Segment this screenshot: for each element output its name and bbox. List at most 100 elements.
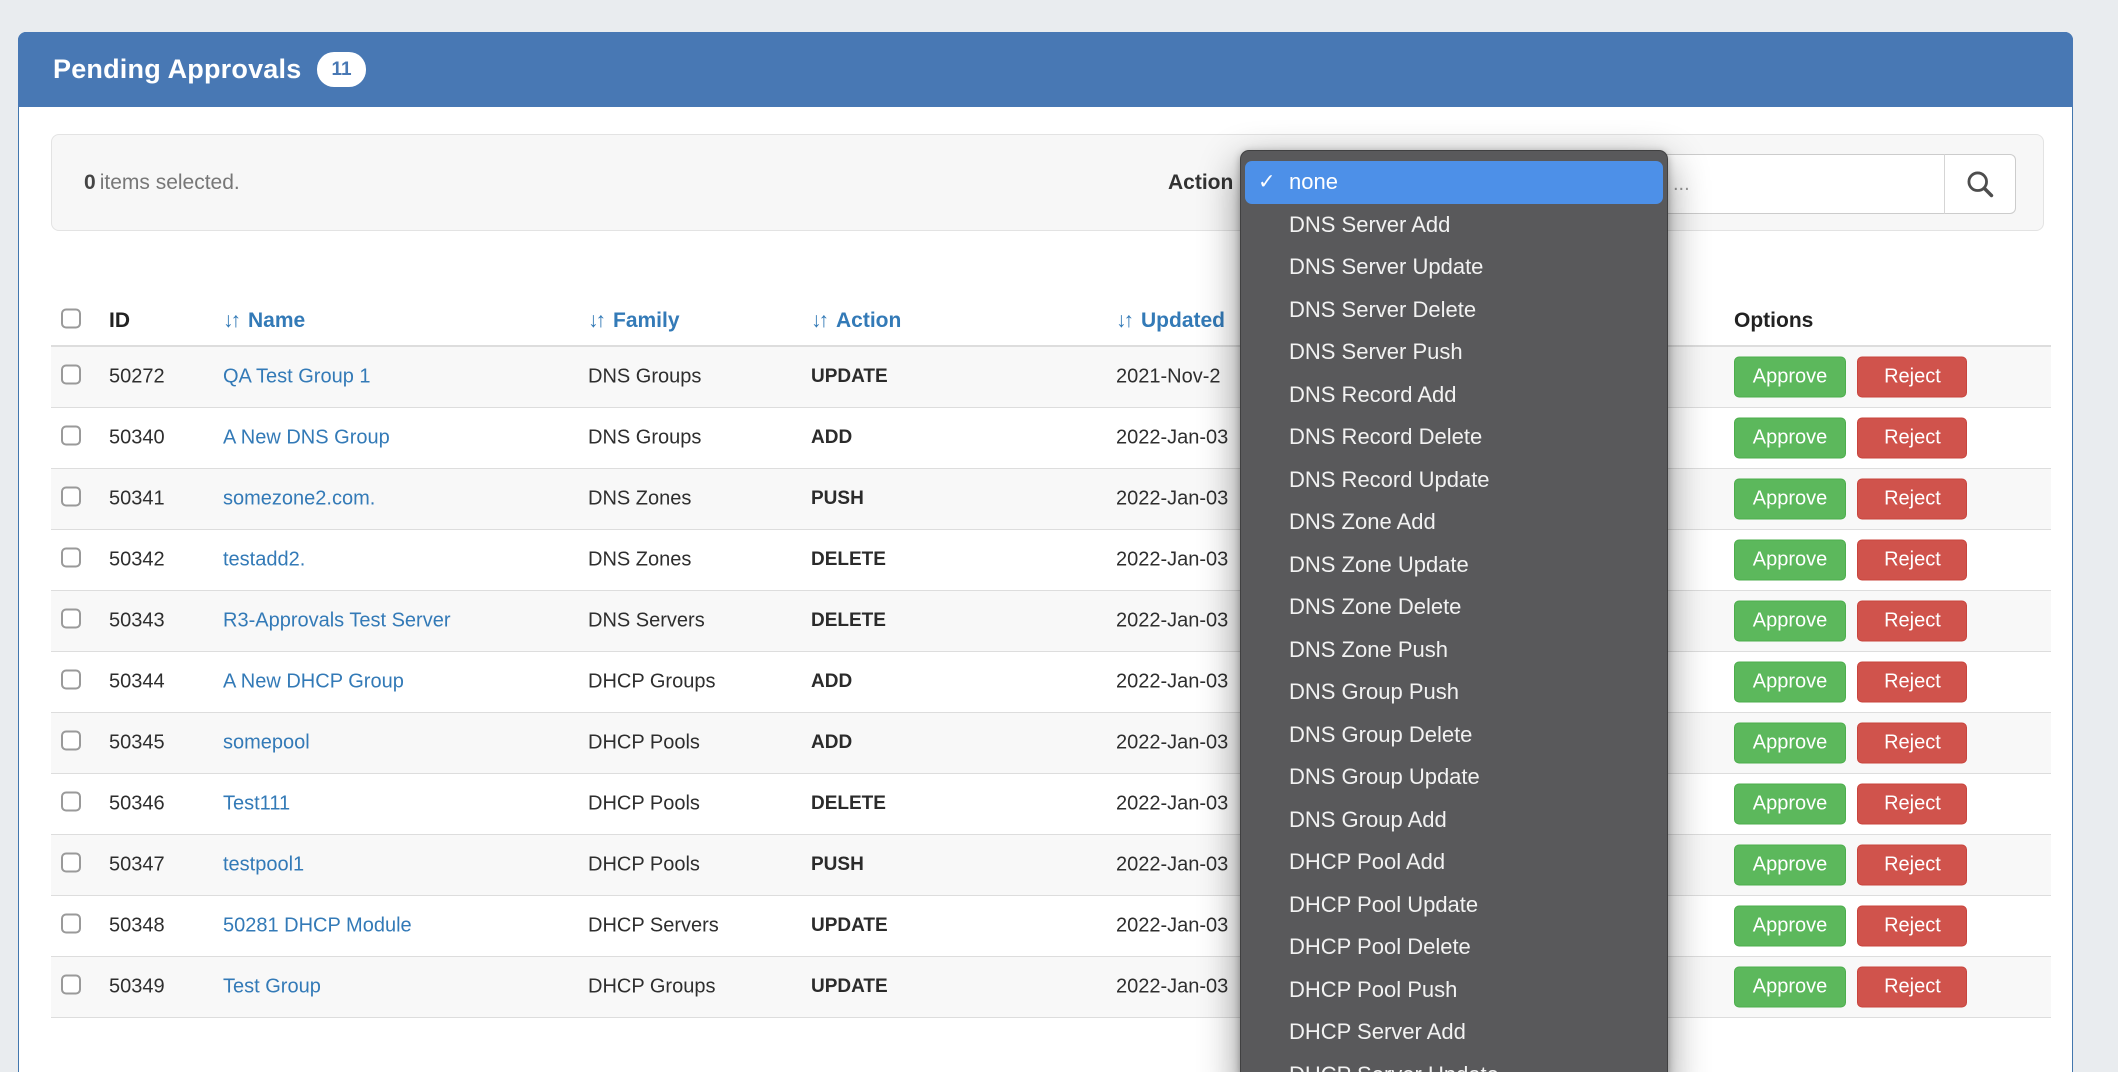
row-name-link[interactable]: Test Group <box>223 976 321 998</box>
dropdown-option[interactable]: DHCP Pool Update <box>1241 884 1667 927</box>
search-button[interactable] <box>1945 154 2016 214</box>
approve-button[interactable]: Approve <box>1734 845 1846 886</box>
table-row: 50343 R3-Approvals Test Server DNS Serve… <box>51 591 2051 652</box>
dropdown-option[interactable]: DHCP Server Update <box>1241 1054 1667 1072</box>
dropdown-option[interactable]: DNS Server Push <box>1241 331 1667 374</box>
dropdown-option[interactable]: DHCP Pool Add <box>1241 841 1667 884</box>
reject-button[interactable]: Reject <box>1857 601 1967 642</box>
dropdown-option[interactable]: DNS Server Delete <box>1241 289 1667 332</box>
row-family: DHCP Groups <box>588 671 715 694</box>
reject-button[interactable]: Reject <box>1857 479 1967 520</box>
reject-button[interactable]: Reject <box>1857 723 1967 764</box>
dropdown-option-label: DNS Record Add <box>1289 382 1457 408</box>
reject-button[interactable]: Reject <box>1857 357 1967 398</box>
row-options: Approve Reject <box>1734 662 1967 703</box>
row-name-link[interactable]: A New DHCP Group <box>223 671 404 693</box>
dropdown-option[interactable]: DNS Group Update <box>1241 756 1667 799</box>
dropdown-option[interactable]: DNS Record Update <box>1241 459 1667 502</box>
dropdown-option-label: DNS Zone Push <box>1289 637 1448 663</box>
reject-button[interactable]: Reject <box>1857 845 1967 886</box>
row-action: PUSH <box>811 488 864 510</box>
row-family: DHCP Pools <box>588 732 700 755</box>
row-checkbox[interactable] <box>61 914 81 939</box>
row-checkbox[interactable] <box>61 792 81 817</box>
dropdown-option[interactable]: DHCP Server Add <box>1241 1011 1667 1054</box>
row-checkbox[interactable] <box>61 609 81 634</box>
reject-button[interactable]: Reject <box>1857 662 1967 703</box>
row-name-link[interactable]: A New DNS Group <box>223 427 390 449</box>
row-checkbox[interactable] <box>61 487 81 512</box>
row-family: DNS Servers <box>588 610 705 633</box>
approve-button[interactable]: Approve <box>1734 662 1846 703</box>
approve-button[interactable]: Approve <box>1734 540 1846 581</box>
reject-button[interactable]: Reject <box>1857 418 1967 459</box>
dropdown-option[interactable]: DNS Record Delete <box>1241 416 1667 459</box>
row-family: DHCP Pools <box>588 793 700 816</box>
reject-button[interactable]: Reject <box>1857 784 1967 825</box>
row-updated: 2022-Jan-03 <box>1116 427 1228 450</box>
dropdown-option-selected[interactable]: ✓none <box>1245 161 1663 204</box>
row-name-link[interactable]: somezone2.com. <box>223 488 375 510</box>
row-options: Approve Reject <box>1734 601 1967 642</box>
row-checkbox[interactable] <box>61 548 81 573</box>
column-header-updated[interactable]: ↓↑Updated <box>1116 309 1225 333</box>
row-action: DELETE <box>811 549 886 571</box>
row-checkbox[interactable] <box>61 365 81 390</box>
column-header-action[interactable]: ↓↑Action <box>811 309 901 333</box>
dropdown-option-label: DNS Server Add <box>1289 212 1450 238</box>
approve-button[interactable]: Approve <box>1734 479 1846 520</box>
column-header-family[interactable]: ↓↑Family <box>588 309 680 333</box>
row-name-link[interactable]: testpool1 <box>223 854 304 876</box>
toolbar: 0items selected. Action <box>51 134 2044 231</box>
dropdown-option[interactable]: DNS Group Push <box>1241 671 1667 714</box>
row-checkbox[interactable] <box>61 426 81 451</box>
dropdown-option[interactable]: DNS Server Update <box>1241 246 1667 289</box>
dropdown-option[interactable]: DHCP Pool Delete <box>1241 926 1667 969</box>
row-id: 50346 <box>109 793 165 816</box>
row-updated: 2021-Nov-2 <box>1116 366 1221 389</box>
count-badge: 11 <box>317 52 365 87</box>
row-checkbox[interactable] <box>61 975 81 1000</box>
dropdown-option[interactable]: DNS Zone Push <box>1241 629 1667 672</box>
column-header-name[interactable]: ↓↑Name <box>223 309 305 333</box>
dropdown-option[interactable]: DHCP Pool Push <box>1241 969 1667 1012</box>
approve-button[interactable]: Approve <box>1734 967 1846 1008</box>
dropdown-option[interactable]: DNS Group Delete <box>1241 714 1667 757</box>
approve-button[interactable]: Approve <box>1734 601 1846 642</box>
row-checkbox[interactable] <box>61 670 81 695</box>
select-all-checkbox[interactable] <box>61 308 81 333</box>
row-name-link[interactable]: Test111 <box>223 793 290 815</box>
row-name-link[interactable]: testadd2. <box>223 549 305 571</box>
action-select-label: Action <box>1168 171 1233 195</box>
row-name-link[interactable]: 50281 DHCP Module <box>223 915 412 937</box>
row-name-link[interactable]: QA Test Group 1 <box>223 366 371 388</box>
row-checkbox[interactable] <box>61 853 81 878</box>
row-name-link[interactable]: R3-Approvals Test Server <box>223 610 451 632</box>
column-header-label: Options <box>1734 309 1813 332</box>
table-row: 50346 Test111 DHCP Pools DELETE 2022-Jan… <box>51 774 2051 835</box>
dropdown-option-label: DNS Zone Add <box>1289 509 1436 535</box>
dropdown-option[interactable]: DNS Zone Update <box>1241 544 1667 587</box>
row-checkbox[interactable] <box>61 731 81 756</box>
row-family: DHCP Pools <box>588 854 700 877</box>
dropdown-option[interactable]: DNS Zone Delete <box>1241 586 1667 629</box>
reject-button[interactable]: Reject <box>1857 967 1967 1008</box>
dropdown-option[interactable]: DNS Server Add <box>1241 204 1667 247</box>
row-action: DELETE <box>811 610 886 632</box>
approve-button[interactable]: Approve <box>1734 906 1846 947</box>
approve-button[interactable]: Approve <box>1734 418 1846 459</box>
sort-icon: ↓↑ <box>223 309 238 332</box>
sort-icon: ↓↑ <box>1116 309 1131 332</box>
approve-button[interactable]: Approve <box>1734 723 1846 764</box>
dropdown-option[interactable]: DNS Group Add <box>1241 799 1667 842</box>
reject-button[interactable]: Reject <box>1857 906 1967 947</box>
dropdown-option-label: DNS Server Push <box>1289 339 1463 365</box>
approve-button[interactable]: Approve <box>1734 357 1846 398</box>
row-name-link[interactable]: somepool <box>223 732 310 754</box>
approve-button[interactable]: Approve <box>1734 784 1846 825</box>
reject-button[interactable]: Reject <box>1857 540 1967 581</box>
row-updated: 2022-Jan-03 <box>1116 976 1228 999</box>
table-row: 50341 somezone2.com. DNS Zones PUSH 2022… <box>51 469 2051 530</box>
dropdown-option[interactable]: DNS Zone Add <box>1241 501 1667 544</box>
dropdown-option[interactable]: DNS Record Add <box>1241 374 1667 417</box>
